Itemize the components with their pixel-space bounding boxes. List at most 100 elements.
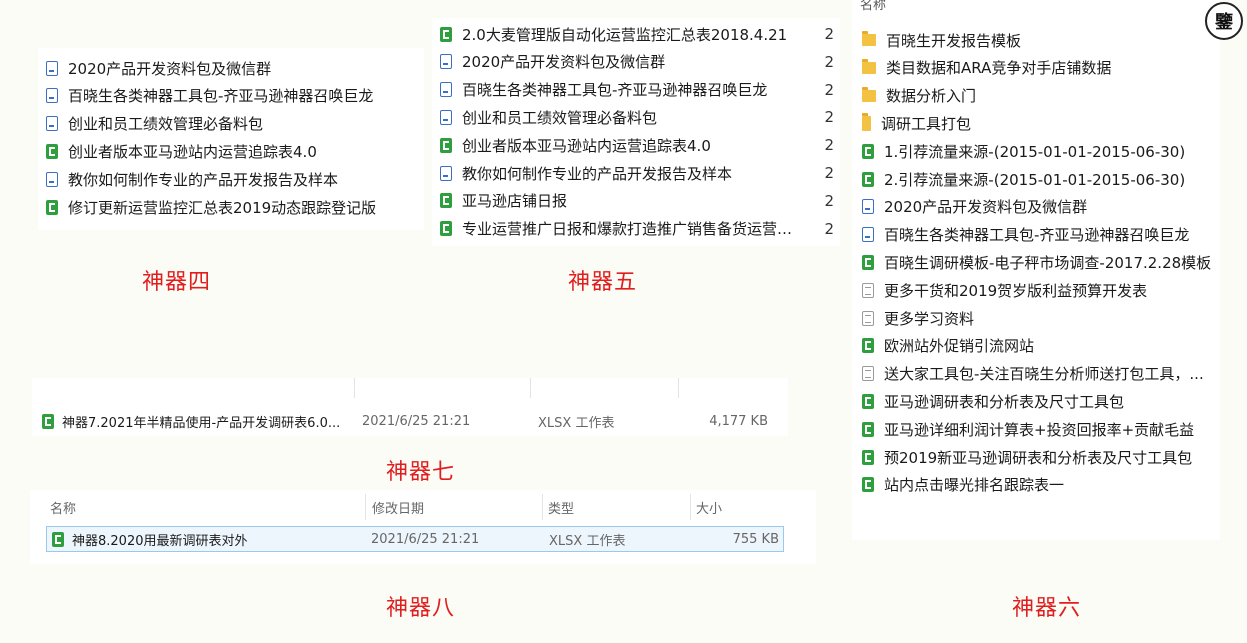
excel-sheet-icon: [862, 421, 874, 437]
list-item[interactable]: 站内点击曝光排名跟踪表一: [852, 471, 1220, 499]
list-item[interactable]: 送大家工具包-关注百晓生分析师送打包工具，...: [852, 360, 1220, 388]
column-header-date[interactable]: 修改日期: [372, 498, 424, 517]
column-header-type[interactable]: 类型: [548, 498, 574, 517]
list-item[interactable]: 更多干货和2019贺岁版利益预算开发表: [852, 276, 1220, 304]
word-doc-icon: [46, 88, 58, 104]
item-label: 百晓生各类神器工具包-齐亚马逊神器召唤巨龙: [462, 81, 768, 100]
avatar-glyph: 鑒: [1215, 12, 1233, 33]
list-item[interactable]: 2020产品开发资料包及微信群 2: [432, 48, 840, 76]
file-list-panel-6: 名称 百晓生开发报告模板类目数据和ARA竞争对手店铺数据数据分析入门 调研工具打包…: [852, 0, 1220, 540]
item-label: 类目数据和ARA竞争对手店铺数据: [886, 59, 1112, 78]
file-type: XLSX 工作表: [549, 533, 626, 549]
file-list-panel-4: 2020产品开发资料包及微信群 百晓生各类神器工具包-齐亚马逊神器召唤巨龙 创业和员…: [38, 48, 424, 230]
folder-icon: [862, 112, 871, 131]
item-count: 2: [824, 164, 834, 182]
excel-sheet-icon: [440, 137, 452, 153]
item-label: 2020产品开发资料包及微信群: [462, 53, 666, 72]
list-item[interactable]: 创业和员工绩效管理必备料包: [38, 110, 424, 138]
file-date: 2021/6/25 21:21: [371, 531, 480, 547]
list-item[interactable]: 2020产品开发资料包及微信群: [38, 54, 424, 82]
file-name: 神器7.2021年半精品使用-产品开发调研表6.0...: [62, 415, 341, 431]
excel-sheet-icon: [46, 199, 58, 215]
list-item[interactable]: 欧洲站外促销引流网站: [852, 332, 1220, 360]
word-doc-icon: [46, 116, 58, 132]
item-label: 送大家工具包-关注百晓生分析师送打包工具，...: [884, 365, 1204, 384]
item-count: 2: [824, 108, 834, 127]
file-list-panel-5: 2.0大麦管理版自动化运营监控汇总表2018.4.21 2 2020产品开发资料包及…: [432, 18, 840, 246]
list-item[interactable]: 1.引荐流量来源-(2015-01-01-2015-06-30): [852, 137, 1220, 165]
item-label: 创业和员工绩效管理必备料包: [462, 108, 658, 127]
list-item[interactable]: 百晓生各类神器工具包-齐亚马逊神器召唤巨龙 2: [432, 76, 840, 104]
list-item[interactable]: 百晓生各类神器工具包-齐亚马逊神器召唤巨龙: [852, 221, 1220, 249]
folder-icon: [862, 31, 876, 46]
file-date: 2021/6/25 21:21: [362, 413, 471, 429]
list-item[interactable]: 更多学习资料: [852, 304, 1220, 332]
list-item[interactable]: 2.0大麦管理版自动化运营监控汇总表2018.4.21 2: [432, 20, 840, 48]
word-doc-icon: [440, 109, 452, 125]
item-label: 创业者版本亚马逊站内运营追踪表4.0: [462, 136, 711, 155]
column-header-size[interactable]: 大小: [696, 498, 722, 517]
list-item[interactable]: 数据分析入门: [852, 82, 1220, 110]
list-item[interactable]: 修订更新运营监控汇总表2019动态跟踪登记版: [38, 193, 424, 221]
item-label: 1.引荐流量来源-(2015-01-01-2015-06-30): [884, 142, 1186, 161]
list-item[interactable]: 创业和员工绩效管理必备料包 2: [432, 103, 840, 131]
word-doc-icon: [862, 199, 874, 215]
excel-sheet-icon: [862, 254, 874, 270]
file-name: 神器8.2020用最新调研表对外: [72, 533, 248, 549]
list-item[interactable]: 亚马逊调研表和分析表及尺寸工具包: [852, 387, 1220, 415]
list-item[interactable]: 专业运营推广日报和爆款打造推广销售备货运营… 2: [432, 215, 840, 243]
caption-shenqi-6: 神器六: [1012, 596, 1082, 621]
list-item[interactable]: 预2019新亚马逊调研表和分析表及尺寸工具包: [852, 443, 1220, 471]
list-item[interactable]: 创业者版本亚马逊站内运营追踪表4.0: [38, 137, 424, 165]
list-item[interactable]: 2020产品开发资料包及微信群: [852, 193, 1220, 221]
item-label: 站内点击曝光排名跟踪表一: [884, 476, 1065, 495]
caption-shenqi-4: 神器四: [142, 270, 212, 295]
item-label: 亚马逊店铺日报: [462, 192, 568, 211]
excel-sheet-icon: [440, 26, 452, 42]
excel-sheet-icon: [862, 477, 874, 493]
item-label: 修订更新运营监控汇总表2019动态跟踪登记版: [68, 198, 377, 217]
item-count: 2: [824, 25, 834, 43]
excel-sheet-icon: [862, 338, 874, 354]
item-label: 2.引荐流量来源-(2015-01-01-2015-06-30): [884, 170, 1186, 189]
list-item[interactable]: 亚马逊店铺日报 2: [432, 187, 840, 215]
list-item[interactable]: 调研工具打包: [852, 109, 1220, 137]
column-header-name[interactable]: 名称: [860, 0, 886, 13]
item-label: 预2019新亚马逊调研表和分析表及尺寸工具包: [884, 448, 1193, 467]
word-doc-icon: [862, 227, 874, 243]
avatar[interactable]: 鑒: [1205, 2, 1243, 40]
file-table-panel-8: 名称 修改日期 类型 大小 神器8.2020用最新调研表对外 2021/6/25…: [30, 490, 816, 564]
file-row[interactable]: 神器7.2021年半精品使用-产品开发调研表6.0... 2021/6/25 2…: [42, 410, 782, 432]
list-item[interactable]: 教你如何制作专业的产品开发报告及样本: [38, 165, 424, 193]
list-item[interactable]: 百晓生调研模板-电子秤市场调查-2017.2.28模板: [852, 248, 1220, 276]
list-item[interactable]: 类目数据和ARA竞争对手店铺数据: [852, 54, 1220, 82]
list-item[interactable]: 百晓生各类神器工具包-齐亚马逊神器召唤巨龙: [38, 82, 424, 110]
word-doc-icon: [46, 60, 58, 76]
folder-icon: [862, 58, 876, 74]
list-item[interactable]: 百晓生开发报告模板: [852, 26, 1220, 54]
column-header-name[interactable]: 名称: [50, 498, 76, 517]
item-label: 2020产品开发资料包及微信群: [884, 198, 1088, 217]
item-count: 2: [824, 191, 834, 210]
text-doc-icon: [862, 282, 874, 298]
item-label: 百晓生各类神器工具包-齐亚马逊神器召唤巨龙: [884, 226, 1190, 245]
list-item[interactable]: 创业者版本亚马逊站内运营追踪表4.0 2: [432, 131, 840, 159]
list-item[interactable]: 2.引荐流量来源-(2015-01-01-2015-06-30): [852, 165, 1220, 193]
list-item[interactable]: 教你如何制作专业的产品开发报告及样本 2: [432, 159, 840, 187]
excel-sheet-icon: [862, 171, 874, 187]
word-doc-icon: [46, 171, 58, 187]
word-doc-icon: [440, 54, 452, 70]
excel-sheet-icon: [862, 143, 874, 159]
file-type: XLSX 工作表: [538, 415, 615, 431]
excel-sheet-icon: [440, 193, 452, 209]
excel-sheet-icon: [862, 393, 874, 409]
file-row-selected[interactable]: 神器8.2020用最新调研表对外 2021/6/25 21:21 XLSX 工作…: [46, 526, 784, 552]
excel-sheet-icon: [46, 143, 58, 159]
list-item[interactable]: 亚马逊详细利润计算表+投资回报率+贡献毛益: [852, 415, 1220, 443]
file-size: 4,177 KB: [709, 413, 768, 429]
item-label: 更多干货和2019贺岁版利益预算开发表: [884, 281, 1148, 300]
excel-sheet-icon: [440, 221, 452, 237]
item-count: 2: [824, 80, 834, 99]
item-label: 亚马逊调研表和分析表及尺寸工具包: [884, 392, 1125, 411]
file-size: 755 KB: [732, 531, 779, 547]
